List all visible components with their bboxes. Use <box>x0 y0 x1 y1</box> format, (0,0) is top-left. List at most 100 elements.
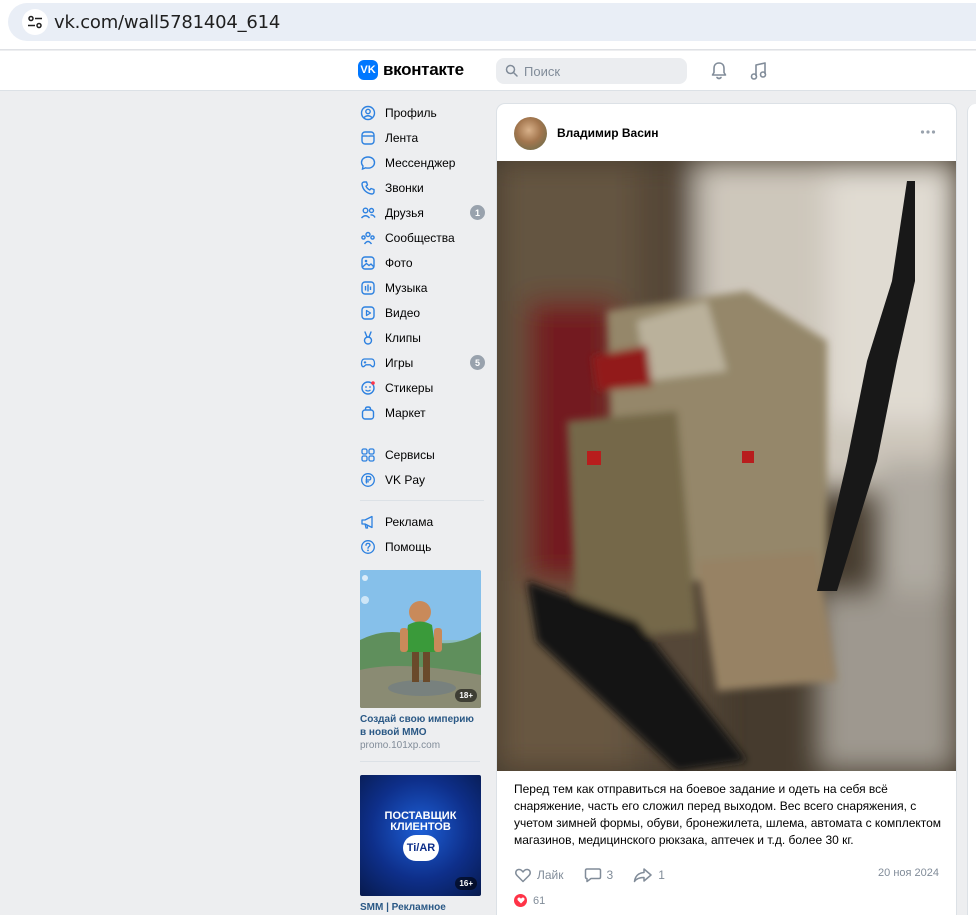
tune-icon[interactable] <box>22 9 48 35</box>
sidebar-item-friends[interactable]: Друзья 1 <box>358 200 488 225</box>
like-label: Лайк <box>537 868 564 882</box>
sidebar-item-vkpay[interactable]: VK Pay <box>358 467 488 492</box>
sidebar-item-label: Сообщества <box>385 230 455 245</box>
ad-domain: promo.101xp.com <box>360 740 441 751</box>
sidebar-item-label: VK Pay <box>385 472 426 487</box>
ads-divider <box>360 761 480 762</box>
sidebar-item-market[interactable]: Маркет <box>358 400 488 425</box>
more-icon[interactable] <box>920 129 936 135</box>
communities-icon <box>360 230 376 246</box>
age-rating-badge: 16+ <box>455 877 477 890</box>
sidebar-item-label: Клипы <box>385 330 421 345</box>
comment-button[interactable]: 3 <box>584 867 614 883</box>
tiar-logo: Ti/AR <box>403 835 439 861</box>
heart-reaction-icon <box>514 894 527 907</box>
wall-post: Владимир Васин Перед тем как отправиться… <box>497 104 956 915</box>
ad-block[interactable]: ПОСТАВЩИК КЛИЕНТОВ Ti/AR 16+ SMM | Рекла… <box>360 775 481 914</box>
military-gear-photo <box>497 161 956 771</box>
comment-icon <box>584 868 601 883</box>
games-count-badge: 5 <box>470 355 485 370</box>
ad-title[interactable]: SMM | Рекламное <box>360 901 481 914</box>
clips-icon <box>360 330 376 346</box>
music-icon <box>360 280 376 296</box>
megaphone-icon <box>360 514 376 530</box>
ad-image-text: КЛИЕНТОВ <box>390 821 451 833</box>
sidebar-item-label: Музыка <box>385 280 428 295</box>
sticker-icon <box>360 380 376 396</box>
search-box[interactable] <box>496 58 687 84</box>
sidebar-divider <box>360 433 484 434</box>
newsfeed-icon <box>360 130 376 146</box>
sidebar-item-label: Видео <box>385 305 421 320</box>
sidebar-item-help[interactable]: Помощь <box>358 534 488 559</box>
ad-image[interactable]: ПОСТАВЩИК КЛИЕНТОВ Ti/AR 16+ <box>360 775 481 896</box>
vkpay-icon <box>360 472 376 488</box>
sidebar-item-stickers[interactable]: Стикеры <box>358 375 488 400</box>
ad-image[interactable]: 18+ <box>360 570 481 708</box>
sidebar-item-ads[interactable]: Реклама <box>358 509 488 534</box>
post-author[interactable]: Владимир Васин <box>557 126 659 140</box>
friends-count-badge: 1 <box>470 205 485 220</box>
sidebar-item-clips[interactable]: Клипы <box>358 325 488 350</box>
sidebar-item-label: Маркет <box>385 405 426 420</box>
like-button[interactable]: Лайк <box>514 867 564 883</box>
sidebar-item-label: Друзья <box>385 205 424 220</box>
shares-count: 1 <box>658 868 665 882</box>
video-icon <box>360 305 376 321</box>
sidebar-item-label: Профиль <box>385 105 437 120</box>
sidebar-item-video[interactable]: Видео <box>358 300 488 325</box>
sidebar-item-messenger[interactable]: Мессенджер <box>358 150 488 175</box>
vk-header: VK вконтакте <box>0 51 976 91</box>
post-photo[interactable] <box>497 161 956 771</box>
post-text: Перед тем как отправиться на боевое зада… <box>514 782 942 847</box>
sidebar-item-label: Звонки <box>385 180 424 195</box>
vk-logo-text[interactable]: вконтакте <box>383 60 464 80</box>
ad-block[interactable]: 18+ Создай свою империю в новой MMO prom… <box>360 570 481 751</box>
sidebar-item-label: Мессенджер <box>385 155 456 170</box>
sidebar-item-games[interactable]: Игры 5 <box>358 350 488 375</box>
services-grid-icon <box>360 447 376 463</box>
sidebar-item-label: Лента <box>385 130 419 145</box>
help-icon <box>360 539 376 555</box>
sidebar-divider <box>360 500 484 501</box>
age-rating-badge: 18+ <box>455 689 477 702</box>
bell-icon[interactable] <box>710 61 728 81</box>
users-icon <box>360 205 376 221</box>
reactions-count: 61 <box>533 894 546 907</box>
sidebar-item-music[interactable]: Музыка <box>358 275 488 300</box>
sidebar-item-calls[interactable]: Звонки <box>358 175 488 200</box>
search-input[interactable] <box>524 62 674 80</box>
photo-icon <box>360 255 376 271</box>
sidebar-item-photos[interactable]: Фото <box>358 250 488 275</box>
sidebar-item-label: Фото <box>385 255 413 270</box>
ad-title[interactable]: Создай свою империю в новой MMO <box>360 713 481 739</box>
search-icon <box>505 64 518 77</box>
sidebar-item-label: Реклама <box>385 514 434 529</box>
sidebar-item-profile[interactable]: Профиль <box>358 100 488 125</box>
sidebar-item-label: Игры <box>385 355 414 370</box>
music-note-icon[interactable] <box>750 61 768 81</box>
message-bubble-icon <box>360 155 376 171</box>
sidebar-item-communities[interactable]: Сообщества <box>358 225 488 250</box>
avatar[interactable] <box>514 117 547 150</box>
browser-address-bar: vk.com/wall5781404_614 <box>0 0 976 50</box>
reactions-summary[interactable]: 61 <box>514 894 545 907</box>
share-icon <box>633 868 652 883</box>
url-text[interactable]: vk.com/wall5781404_614 <box>54 12 280 33</box>
sidebar-item-feed[interactable]: Лента <box>358 125 488 150</box>
vk-logo-icon[interactable]: VK <box>358 60 378 80</box>
sidebar-item-services[interactable]: Сервисы <box>358 442 488 467</box>
sidebar-item-label: Помощь <box>385 539 432 554</box>
omnibox[interactable]: vk.com/wall5781404_614 <box>8 3 976 41</box>
comments-count: 3 <box>606 868 614 882</box>
sidebar-item-label: Сервисы <box>385 447 435 462</box>
heart-outline-icon <box>515 868 531 883</box>
game-character-illustration <box>360 570 481 708</box>
phone-icon <box>360 180 376 196</box>
market-bag-icon <box>360 405 376 421</box>
post-date[interactable]: 20 ноя 2024 <box>878 867 939 879</box>
left-sidebar: Профиль Лента Мессенджер Звонки Друзья 1… <box>358 100 488 559</box>
user-circle-icon <box>360 105 376 121</box>
share-button[interactable]: 1 <box>633 867 665 883</box>
gamepad-icon <box>360 355 376 371</box>
